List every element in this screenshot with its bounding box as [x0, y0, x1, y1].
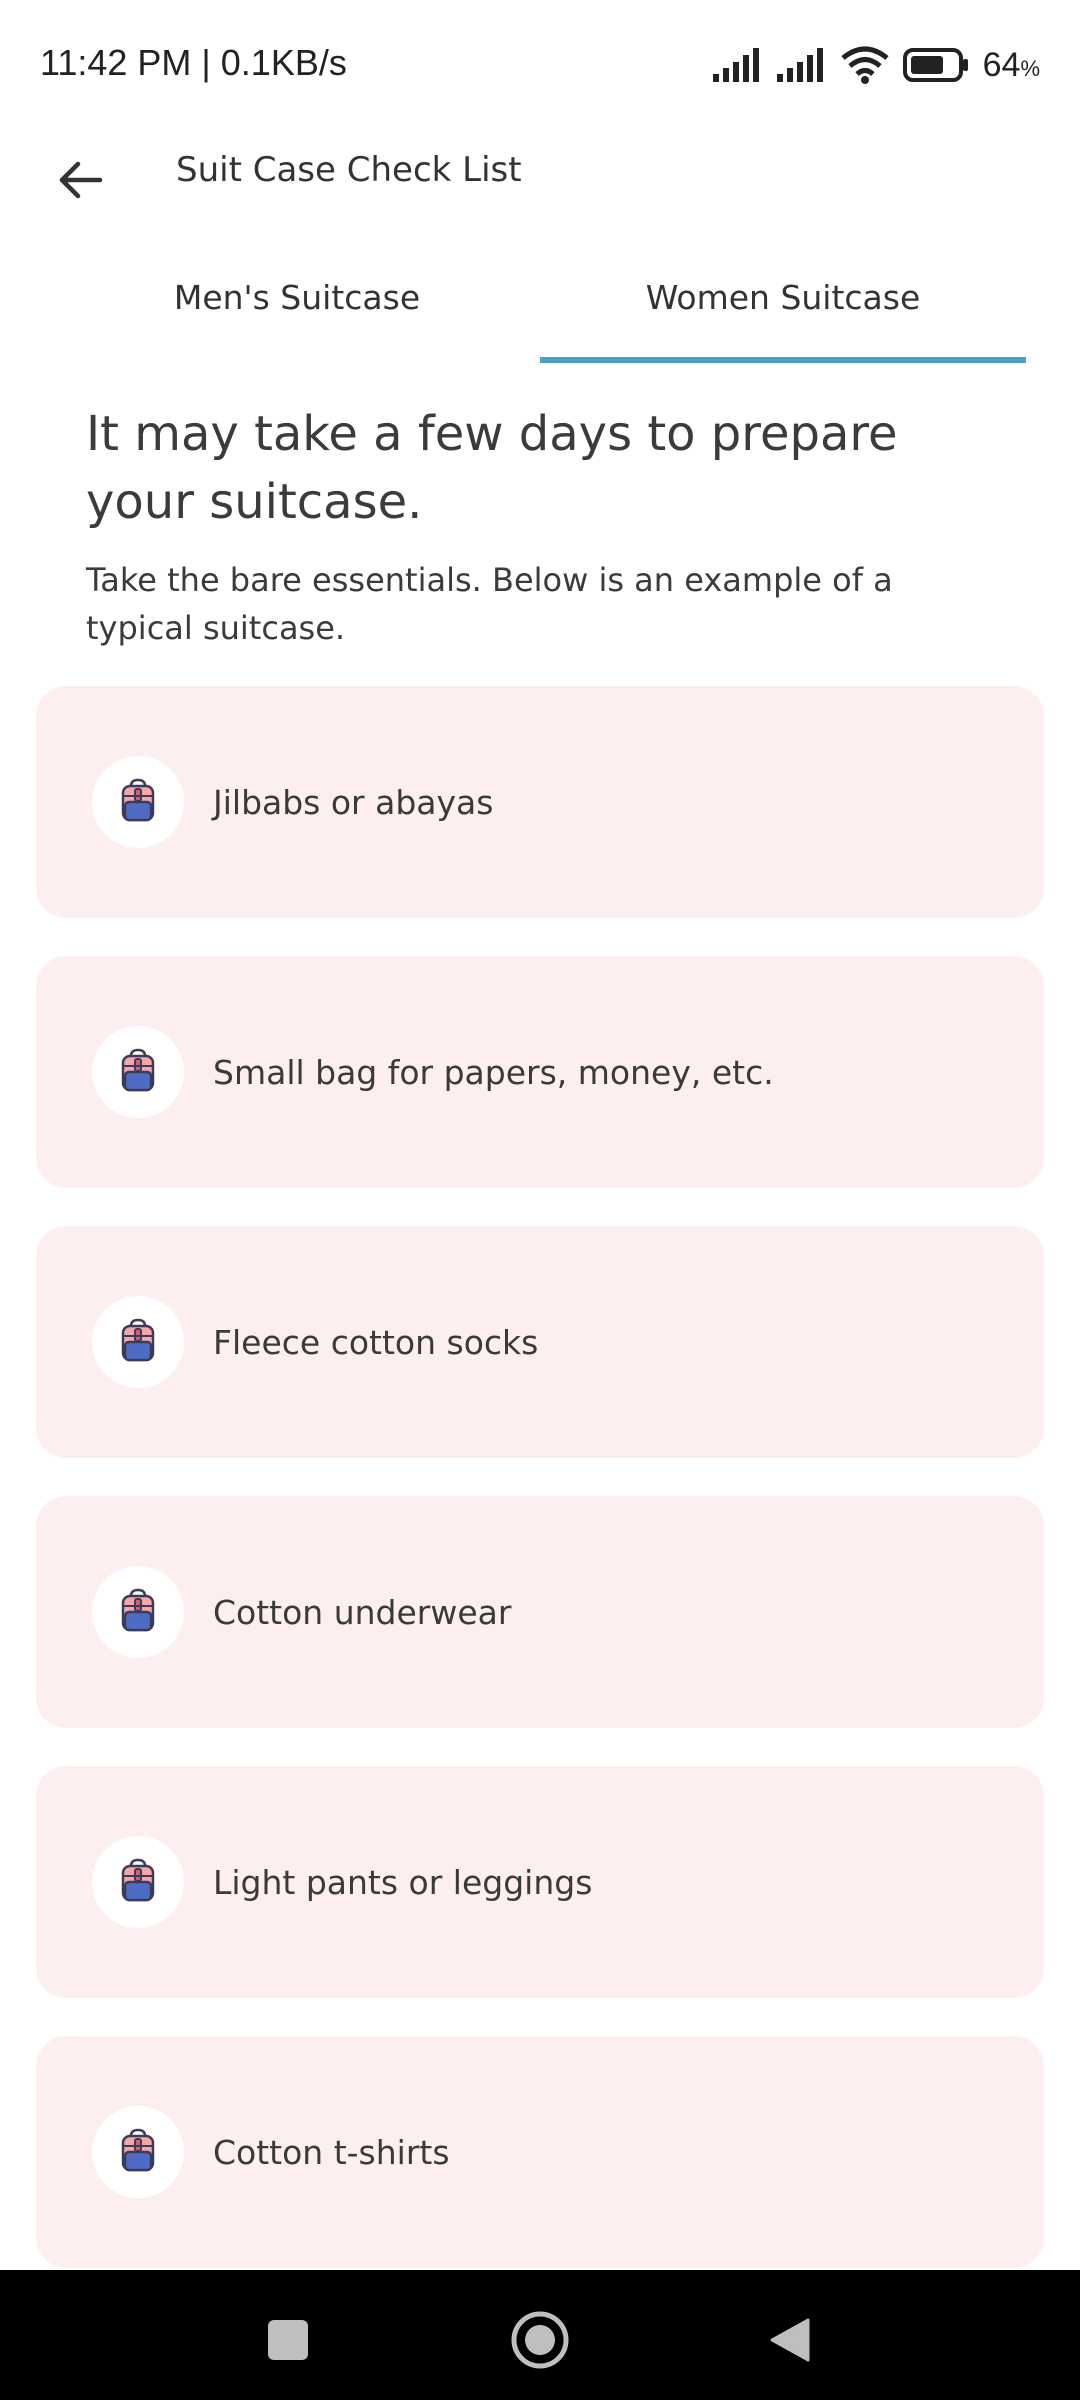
app-bar: Suit Case Check List: [0, 130, 1080, 230]
backpack-icon: [114, 1316, 162, 1368]
checklist-item[interactable]: Fleece cotton socks: [36, 1226, 1044, 1458]
back-nav-button[interactable]: [750, 2300, 830, 2380]
battery-value: 64: [982, 45, 1021, 84]
square-icon: [268, 2320, 308, 2360]
recents-button[interactable]: [248, 2300, 328, 2380]
checklist-item[interactable]: Cotton underwear: [36, 1496, 1044, 1728]
backpack-icon: [114, 2126, 162, 2178]
arrow-left-icon: [59, 161, 103, 199]
system-nav-bar: [0, 2270, 1080, 2400]
triangle-back-icon: [770, 2318, 810, 2362]
status-bar: 11:42 PM | 0.1KB/s 64%: [0, 0, 1080, 130]
status-time: 11:42 PM | 0.1KB/s: [40, 42, 347, 83]
signal-icon: [712, 48, 759, 82]
checklist-item-label: Cotton t-shirts: [213, 2132, 450, 2172]
home-circle-icon: [511, 2311, 569, 2369]
icon-circle: [92, 1026, 184, 1118]
battery-icon: [902, 48, 968, 82]
backpack-icon: [114, 1586, 162, 1638]
icon-circle: [92, 1296, 184, 1388]
icon-circle: [92, 1836, 184, 1928]
icon-circle: [92, 2106, 184, 2198]
battery-level: 64%: [983, 46, 1040, 85]
tab-mens-suitcase[interactable]: Men's Suitcase: [54, 230, 540, 364]
backpack-icon: [114, 1046, 162, 1098]
back-button[interactable]: [40, 140, 120, 220]
signal-icon: [776, 48, 823, 82]
wifi-icon: [841, 46, 889, 84]
intro-headline: It may take a few days to prepare your s…: [86, 406, 898, 530]
backpack-icon: [114, 776, 162, 828]
home-button[interactable]: [500, 2300, 580, 2380]
tab-women-suitcase[interactable]: Women Suitcase: [540, 230, 1026, 364]
checklist-item-label: Jilbabs or abayas: [213, 782, 494, 822]
intro-subline: Take the bare essentials. Below is an ex…: [86, 561, 893, 647]
checklist-item-label: Light pants or leggings: [213, 1862, 593, 1902]
icon-circle: [92, 756, 184, 848]
page-title: Suit Case Check List: [176, 150, 522, 190]
battery-unit: %: [1020, 55, 1040, 81]
status-icons: 64%: [712, 40, 1040, 90]
backpack-icon: [114, 1856, 162, 1908]
tab-bar: Men's Suitcase Women Suitcase: [0, 230, 1080, 364]
checklist-item[interactable]: Jilbabs or abayas: [36, 686, 1044, 918]
checklist-item-label: Small bag for papers, money, etc.: [213, 1052, 774, 1092]
checklist-item-label: Cotton underwear: [213, 1592, 512, 1632]
checklist-item[interactable]: Small bag for papers, money, etc.: [36, 956, 1044, 1188]
checklist-item-label: Fleece cotton socks: [213, 1322, 539, 1362]
checklist-item[interactable]: Cotton t-shirts: [36, 2036, 1044, 2268]
checklist-item[interactable]: Light pants or leggings: [36, 1766, 1044, 1998]
tab-indicator: [540, 357, 1026, 363]
icon-circle: [92, 1566, 184, 1658]
